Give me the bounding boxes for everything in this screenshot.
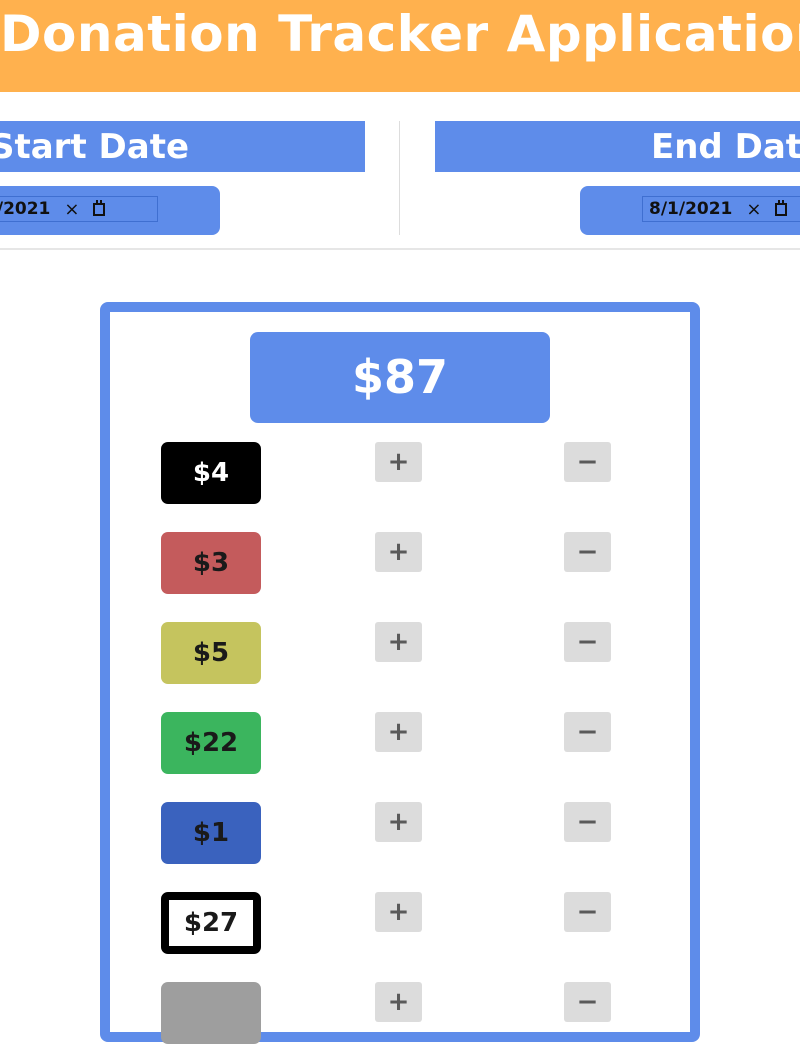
app-title: Donation Tracker Application xyxy=(0,5,800,63)
end-date-container: 8/1/2021 × xyxy=(580,186,800,235)
increment-button[interactable]: + xyxy=(375,622,422,662)
plus-icon: + xyxy=(387,717,410,747)
plus-icon: + xyxy=(387,447,410,477)
decrement-button[interactable]: − xyxy=(564,802,611,842)
donation-row: + − xyxy=(0,982,800,1044)
decrement-button[interactable]: − xyxy=(564,622,611,662)
minus-icon: − xyxy=(576,537,599,567)
increment-button[interactable]: + xyxy=(375,982,422,1022)
donation-row: $3 + − xyxy=(0,532,800,594)
start-date-label: Start Date xyxy=(0,127,190,167)
increment-button[interactable]: + xyxy=(375,712,422,752)
date-column-divider xyxy=(399,121,400,235)
minus-icon: − xyxy=(576,717,599,747)
end-date-value[interactable]: 8/1/2021 xyxy=(649,199,732,219)
donation-amount: $5 xyxy=(161,622,261,684)
start-date-clear-icon[interactable]: × xyxy=(64,199,79,220)
end-date-calendar-icon[interactable] xyxy=(775,199,788,216)
plus-icon: + xyxy=(387,807,410,837)
plus-icon: + xyxy=(387,537,410,567)
minus-icon: − xyxy=(576,807,599,837)
increment-button[interactable]: + xyxy=(375,892,422,932)
donation-amount: $3 xyxy=(161,532,261,594)
end-date-input[interactable]: 8/1/2021 × xyxy=(642,196,800,222)
minus-icon: − xyxy=(576,447,599,477)
donation-amount: $22 xyxy=(161,712,261,774)
donation-row: $4 + − xyxy=(0,442,800,504)
donation-row: $5 + − xyxy=(0,622,800,684)
decrement-button[interactable]: − xyxy=(564,712,611,752)
app-header: Donation Tracker Application xyxy=(0,0,800,92)
donation-amount xyxy=(161,982,261,1044)
decrement-button[interactable]: − xyxy=(564,982,611,1022)
donation-amount: $1 xyxy=(161,802,261,864)
plus-icon: + xyxy=(387,987,410,1017)
end-date-clear-icon[interactable]: × xyxy=(746,199,761,220)
increment-button[interactable]: + xyxy=(375,442,422,482)
section-divider xyxy=(0,248,800,250)
donation-total: $87 xyxy=(250,332,550,423)
start-date-input[interactable]: 5/1/2021 × xyxy=(0,196,158,222)
decrement-button[interactable]: − xyxy=(564,442,611,482)
increment-button[interactable]: + xyxy=(375,802,422,842)
donation-row: $22 + − xyxy=(0,712,800,774)
end-date-label: End Date xyxy=(651,127,800,167)
plus-icon: + xyxy=(387,627,410,657)
increment-button[interactable]: + xyxy=(375,532,422,572)
minus-icon: − xyxy=(576,897,599,927)
donation-row: $1 + − xyxy=(0,802,800,864)
decrement-button[interactable]: − xyxy=(564,892,611,932)
start-date-header: Start Date xyxy=(0,121,365,172)
decrement-button[interactable]: − xyxy=(564,532,611,572)
donation-amount: $27 xyxy=(161,892,261,954)
start-date-calendar-icon[interactable] xyxy=(93,199,106,216)
start-date-container: 5/1/2021 × xyxy=(0,186,220,235)
end-date-header: End Date xyxy=(435,121,800,172)
minus-icon: − xyxy=(576,627,599,657)
minus-icon: − xyxy=(576,987,599,1017)
plus-icon: + xyxy=(387,897,410,927)
start-date-value[interactable]: 5/1/2021 xyxy=(0,199,50,219)
donation-row: $27 + − xyxy=(0,892,800,954)
donation-amount: $4 xyxy=(161,442,261,504)
